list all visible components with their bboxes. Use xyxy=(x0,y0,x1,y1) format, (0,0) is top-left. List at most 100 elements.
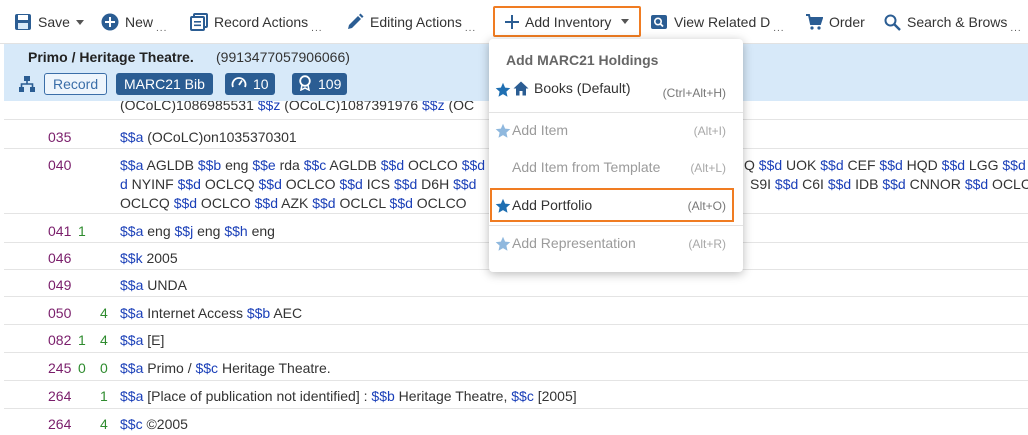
more-dots: ... xyxy=(1010,23,1022,34)
marc-row-049: 049 $$a UNDA xyxy=(4,269,1028,296)
award-badge[interactable]: 109 xyxy=(292,73,348,95)
subfield-code: $$d xyxy=(964,176,989,192)
menu-item-books-default[interactable]: Books (Default) (Ctrl+Alt+H) xyxy=(489,71,743,107)
add-inventory-menu: Add MARC21 Holdings Books (Default) (Ctr… xyxy=(489,39,743,272)
save-button[interactable]: Save xyxy=(14,8,84,36)
subfield-text: eng xyxy=(247,223,275,239)
subfield-text: OCLC xyxy=(988,176,1028,192)
indicator-1: 1 xyxy=(78,223,86,239)
subfield-code: $$d xyxy=(173,195,198,211)
subfield-code: $$e xyxy=(252,157,276,173)
field-tag: 245 xyxy=(48,360,72,376)
subfield-text: Primo / xyxy=(143,360,196,376)
field-value[interactable]: $$a UNDA xyxy=(120,276,1020,295)
menu-item-add-representation[interactable]: Add Representation (Alt+R) xyxy=(489,226,743,262)
field-tag: 050 xyxy=(48,305,72,321)
subfield-code: $$a xyxy=(120,388,144,404)
menu-item-shortcut: (Alt+L) xyxy=(690,161,726,175)
award-icon xyxy=(298,74,318,94)
new-button[interactable]: New ... xyxy=(101,8,167,36)
chevron-down-icon xyxy=(75,19,84,25)
subfield-code: $$d xyxy=(389,195,413,211)
star-icon[interactable] xyxy=(495,123,511,139)
field-value-line2[interactable]: d NYINF $$d OCLCQ $$d OCLCO $$d ICS $$d … xyxy=(120,175,490,194)
indicator-2: 4 xyxy=(100,305,108,321)
field-value-line2-right[interactable]: S9I $$d C6I $$d IDB $$d CNNOR $$d OCLC xyxy=(750,175,1028,194)
field-value[interactable]: $$a [Place of publication not identified… xyxy=(120,387,1020,406)
plus-icon xyxy=(505,14,519,29)
field-tag: 041 xyxy=(48,223,72,239)
field-value[interactable]: $$a Internet Access $$b AEC xyxy=(120,304,1020,323)
subfield-code: $$d xyxy=(1002,157,1026,173)
subfield-text: [E] xyxy=(143,332,165,348)
hierarchy-icon[interactable] xyxy=(18,75,36,96)
editing-actions-button[interactable]: Editing Actions ... xyxy=(346,8,476,36)
subfield-code: $$d xyxy=(461,157,486,173)
subfield-code: $$z xyxy=(422,101,445,113)
record-button[interactable]: Record xyxy=(44,73,108,95)
menu-item-shortcut: (Ctrl+Alt+H) xyxy=(662,86,726,100)
marc-row-245: 245 0 0 $$a Primo / $$c Heritage Theatre… xyxy=(4,352,1028,380)
field-value[interactable]: $$a [E] xyxy=(120,331,1020,350)
search-browse-button[interactable]: Search & Brows ... xyxy=(884,8,1022,36)
subfield-text: NYINF xyxy=(127,176,178,192)
subfield-code: $$d xyxy=(258,176,282,192)
subfield-code: $$a xyxy=(120,129,144,145)
view-related-button[interactable]: View Related D ... xyxy=(650,8,785,36)
marc-row-082: 082 1 4 $$a [E] xyxy=(4,324,1028,352)
editing-actions-label: Editing Actions xyxy=(370,14,462,30)
subfield-text: Internet Access xyxy=(143,305,247,321)
star-icon[interactable] xyxy=(495,82,511,98)
menu-item-add-portfolio[interactable]: Add Portfolio (Alt+O) xyxy=(489,188,743,224)
subfield-code: $$b xyxy=(246,305,271,321)
menu-header: Add MARC21 Holdings xyxy=(506,52,659,68)
subfield-text: LGG xyxy=(965,157,1003,173)
record-title: Primo / Heritage Theatre. xyxy=(28,49,194,65)
speed-badge[interactable]: 10 xyxy=(225,73,275,95)
record-actions-button[interactable]: Record Actions ... xyxy=(190,8,323,36)
record-actions-icon xyxy=(190,13,208,31)
subfield-text: AZK xyxy=(277,195,313,211)
indicator-2: 4 xyxy=(100,416,108,432)
subfield-code: $$c xyxy=(511,388,534,404)
indicator-2: 0 xyxy=(100,360,108,376)
subfield-text: HQD xyxy=(902,157,942,173)
subfield-code: $$k xyxy=(120,250,143,266)
field-value[interactable]: $$a Primo / $$c Heritage Theatre. xyxy=(120,359,1020,378)
marc-row-264: 264 4 $$c ©2005 xyxy=(4,408,1028,435)
subfield-code: $$d xyxy=(453,176,477,192)
subfield-text: ICS xyxy=(362,176,394,192)
pencil-icon xyxy=(346,13,364,31)
menu-item-add-item[interactable]: Add Item (Alt+I) xyxy=(489,113,743,149)
star-icon[interactable] xyxy=(495,236,511,252)
plus-circle-icon xyxy=(101,13,119,31)
marc-row-264: 264 1 $$a [Place of publication not iden… xyxy=(4,380,1028,408)
menu-item-label: Books (Default) xyxy=(534,80,631,96)
field-value[interactable]: $$c ©2005 xyxy=(120,415,1020,434)
field-value-line3[interactable]: OCLCQ $$d OCLCO $$d AZK $$d OCLCL $$d OC… xyxy=(120,194,490,213)
subfield-code: $$c xyxy=(195,360,219,376)
subfield-text: Heritage Theatre. xyxy=(218,360,331,376)
indicator-1: 1 xyxy=(78,332,86,348)
subfield-text: OCLCO xyxy=(404,157,462,173)
star-icon[interactable] xyxy=(495,198,511,214)
add-inventory-button[interactable]: Add Inventory xyxy=(493,6,642,37)
field-value-line1[interactable]: $$a AGLDB $$b eng $$e rda $$c AGLDB $$d … xyxy=(120,156,490,175)
subfield-text: IDB xyxy=(851,176,883,192)
record-actions-label: Record Actions xyxy=(214,14,309,30)
order-button[interactable]: Order xyxy=(805,8,865,36)
more-dots: ... xyxy=(773,23,785,34)
subfield-code: $$d xyxy=(339,176,363,192)
field-value-line1-right[interactable]: Q $$d UOK $$d CEF $$d HQD $$d LGG $$d I xyxy=(744,156,1028,175)
subfield-code: $$d xyxy=(879,157,903,173)
format-badge: MARC21 Bib xyxy=(116,73,213,95)
menu-item-shortcut: (Alt+O) xyxy=(687,199,726,213)
menu-item-label: Add Item xyxy=(512,122,569,138)
subfield-code: $$a xyxy=(120,360,144,376)
subfield-code: $$a xyxy=(120,332,144,348)
subfield-code: $$d xyxy=(758,157,783,173)
more-dots: ... xyxy=(156,23,168,34)
subfield-text: C6I xyxy=(798,176,828,192)
menu-item-add-item-from-template[interactable]: Add Item from Template (Alt+L) xyxy=(489,150,743,186)
subfield-text: OCLCL xyxy=(335,195,390,211)
